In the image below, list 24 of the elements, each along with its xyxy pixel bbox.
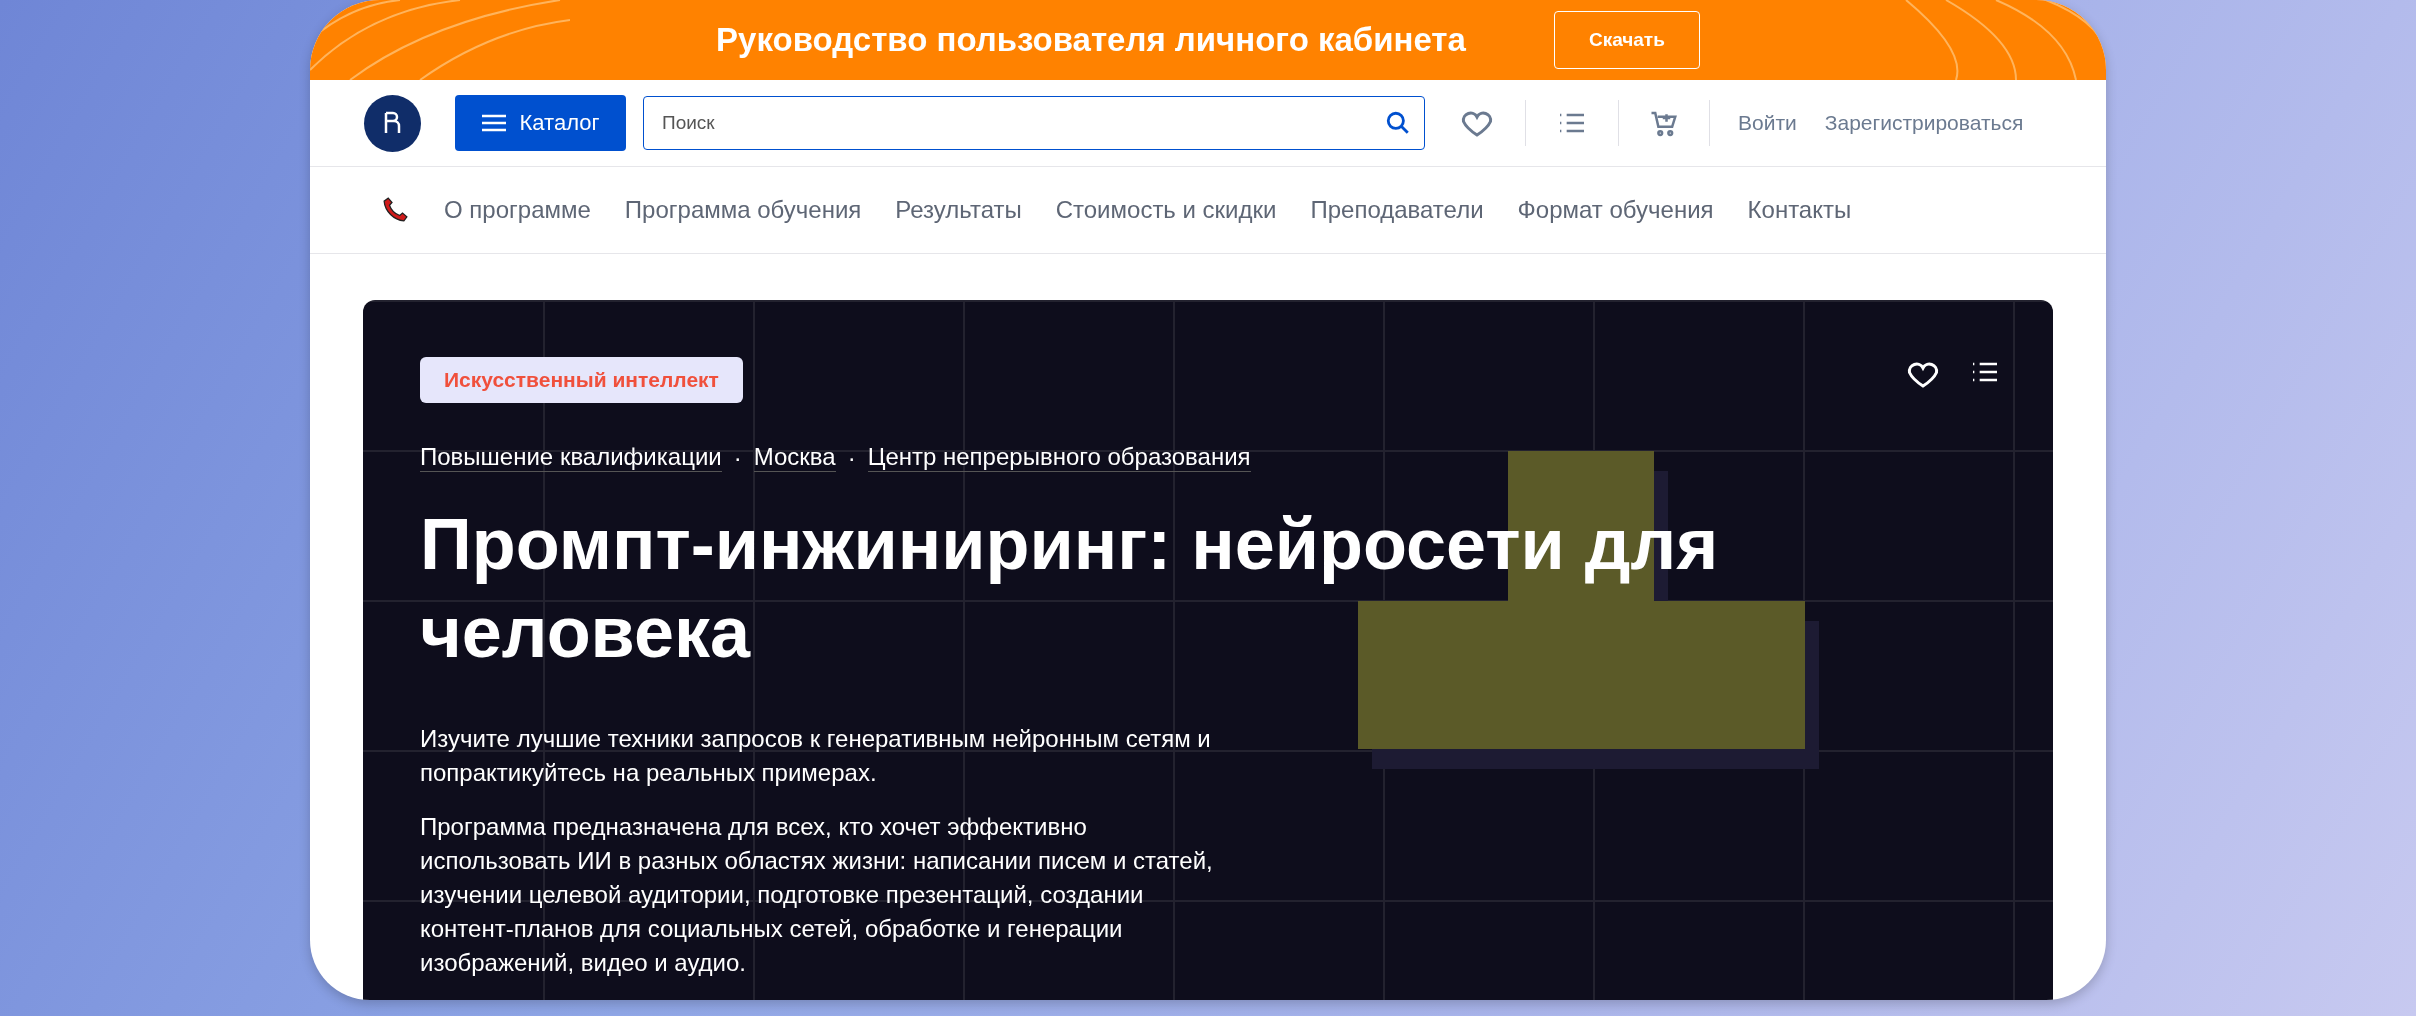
breadcrumb-link[interactable]: Центр непрерывного образования	[867, 443, 1251, 472]
separator-dot: ·	[847, 443, 856, 472]
university-logo[interactable]	[364, 94, 421, 152]
catalog-button[interactable]: Каталог	[455, 95, 626, 151]
search-icon[interactable]	[1385, 110, 1411, 136]
nav-link[interactable]: Преподаватели	[1310, 196, 1484, 224]
menu-icon	[481, 113, 506, 133]
category-tag: Искусственный интеллект	[420, 357, 743, 403]
nav-link[interactable]: Контакты	[1747, 196, 1852, 224]
nav-link[interactable]: О программе	[444, 196, 591, 224]
banner-title: Руководство пользователя личного кабинета	[716, 21, 1466, 59]
register-link[interactable]: Зарегистрироваться	[1824, 111, 2024, 135]
nav-link[interactable]: Результаты	[895, 196, 1022, 224]
description-text: Программа предназначена для всех, кто хочет эффективно использовать ИИ в разных областях жизни: написании писем и статей, изучении целевой аудитории, подготовке презентаций, создании контент-планов для социальных сетей, обработке и генерации изображений, видео и аудио.	[420, 812, 1214, 978]
nav-link[interactable]: Стоимость и скидки	[1055, 196, 1277, 224]
breadcrumb-link[interactable]: Москва	[753, 443, 836, 472]
separator-dot: ·	[733, 443, 742, 472]
login-link[interactable]: Войти	[1738, 111, 1797, 135]
nav-link[interactable]: Формат обучения	[1517, 196, 1714, 224]
search-field[interactable]: Поиск	[643, 96, 1425, 150]
program-title: Промпт-инжиниринг: нейросети для человека	[420, 503, 1720, 674]
breadcrumb-link[interactable]: Повышение квалификации	[420, 443, 722, 472]
nav-link[interactable]: Программа обучения	[624, 196, 862, 224]
description-text: Изучите лучшие техники запросов к генеративным нейронным сетям и попрактикуйтесь на реальных примерах.	[420, 724, 1212, 788]
